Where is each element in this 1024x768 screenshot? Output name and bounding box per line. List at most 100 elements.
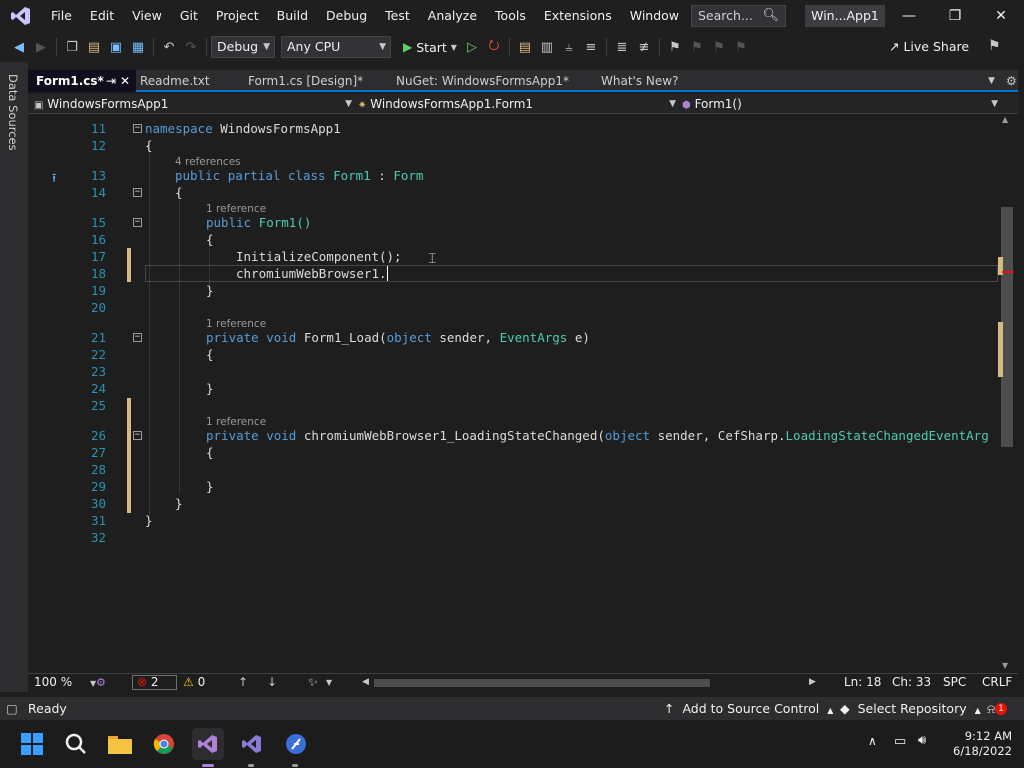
close-button[interactable]: ✕ bbox=[978, 0, 1024, 32]
pin-icon[interactable]: ⇥ bbox=[106, 70, 116, 92]
line-number: 25 bbox=[90, 398, 106, 413]
align-icon[interactable]: ≡ bbox=[580, 36, 602, 58]
next-bookmark-icon[interactable]: ⚑ bbox=[708, 36, 730, 58]
forward-icon[interactable]: ▶ bbox=[30, 36, 52, 58]
tab-readme[interactable]: Readme.txt bbox=[132, 70, 240, 92]
feedback-icon[interactable]: ⚑ bbox=[988, 38, 1001, 54]
output-icon[interactable]: ▢ bbox=[6, 697, 18, 720]
member-dropdown[interactable]: ⬢ Form1() ▼ bbox=[682, 94, 998, 114]
zoom-select[interactable]: 100 % ▼ bbox=[34, 674, 96, 692]
new-project-icon[interactable]: ❐ bbox=[61, 36, 83, 58]
class-dropdown[interactable]: ✷ WindowsFormsApp1.Form1 ▼ bbox=[358, 94, 676, 114]
indent-icon[interactable]: ≢ bbox=[633, 36, 655, 58]
network-icon[interactable]: ▭ bbox=[894, 734, 906, 749]
notifications-button[interactable]: ⍾ 1 bbox=[987, 697, 1007, 720]
menu-view[interactable]: View bbox=[123, 0, 171, 32]
warning-count[interactable]: ⚠ 0 bbox=[183, 674, 205, 691]
line-ending-indicator[interactable]: CRLF bbox=[982, 674, 1012, 691]
cleanup-icon[interactable]: ✨︎ bbox=[308, 674, 318, 691]
search-icon[interactable] bbox=[60, 728, 92, 760]
scroll-down-icon[interactable]: ▼ bbox=[1002, 661, 1008, 670]
previous-issue-icon[interactable]: ↑ bbox=[238, 674, 248, 691]
undo-icon[interactable]: ↶ bbox=[158, 36, 180, 58]
browse-icon[interactable]: ▤ bbox=[514, 36, 536, 58]
tab-overflow-icon[interactable]: ▼ bbox=[988, 70, 995, 92]
menu-window[interactable]: Window bbox=[621, 0, 688, 32]
scroll-up-icon[interactable]: ▲ bbox=[1002, 115, 1008, 124]
start-debug-button[interactable]: ▶ Start ▼ bbox=[399, 40, 461, 55]
search-input[interactable]: Search... 🔍︎ bbox=[691, 5, 786, 27]
save-icon[interactable]: ▣ bbox=[105, 36, 127, 58]
menu-tools[interactable]: Tools bbox=[486, 0, 535, 32]
menu-build[interactable]: Build bbox=[268, 0, 317, 32]
copilot-icon[interactable]: ⚙ bbox=[96, 674, 106, 691]
file-explorer-icon[interactable] bbox=[104, 728, 136, 760]
menu-file[interactable]: File bbox=[42, 0, 81, 32]
menu-git[interactable]: Git bbox=[171, 0, 207, 32]
maximize-button[interactable]: ❐ bbox=[932, 0, 978, 32]
solution-title[interactable]: Win...App1 bbox=[805, 5, 885, 27]
code-editor[interactable]: − − − − − ⭱ 11 namespace WindowsFormsApp… bbox=[28, 115, 998, 673]
change-marker bbox=[998, 322, 1003, 377]
settings-icon[interactable]: ⚙ bbox=[1006, 70, 1017, 92]
tab-form1-design[interactable]: Form1.cs [Design]* bbox=[240, 70, 390, 92]
save-all-icon[interactable]: ▦ bbox=[127, 36, 149, 58]
whitespace-indicator[interactable]: SPC bbox=[943, 674, 966, 691]
layout-icon[interactable]: ▥ bbox=[536, 36, 558, 58]
vertical-scrollbar[interactable]: ▲ ▼ bbox=[998, 115, 1016, 673]
tab-whats-new[interactable]: What's New? bbox=[593, 70, 713, 92]
next-issue-icon[interactable]: ↓ bbox=[267, 674, 277, 691]
tab-nuget[interactable]: NuGet: WindowsFormsApp1* bbox=[388, 70, 593, 92]
error-count[interactable]: ⊗ 2 bbox=[132, 675, 177, 690]
tab-form1-cs[interactable]: Form1.cs* ⇥ ✕ bbox=[28, 70, 136, 92]
redo-icon[interactable]: ↷ bbox=[180, 36, 202, 58]
up-arrow-icon: ↑ bbox=[664, 701, 675, 716]
close-tab-icon[interactable]: ✕ bbox=[120, 70, 130, 92]
menu-extensions[interactable]: Extensions bbox=[535, 0, 621, 32]
horizontal-scrollbar-thumb[interactable] bbox=[374, 679, 710, 687]
chrome-icon[interactable] bbox=[148, 728, 180, 760]
minimize-button[interactable]: — bbox=[886, 0, 932, 32]
prev-bookmark-icon[interactable]: ⚑ bbox=[686, 36, 708, 58]
show-hidden-icons-icon[interactable]: ∧ bbox=[868, 734, 877, 748]
project-dropdown[interactable]: ▣ WindowsFormsApp1 ▼ bbox=[34, 94, 352, 114]
open-folder-icon[interactable]: ▤ bbox=[83, 36, 105, 58]
step-icon[interactable]: ⫨ bbox=[558, 36, 580, 58]
menu-edit[interactable]: Edit bbox=[81, 0, 123, 32]
select-repository-button[interactable]: ◆ Select Repository ▲ bbox=[840, 697, 981, 722]
start-without-debugging-icon[interactable]: ▷ bbox=[461, 36, 483, 58]
line-number: 22 bbox=[90, 347, 106, 362]
menu-test[interactable]: Test bbox=[376, 0, 419, 32]
volume-icon[interactable]: 🔊︎ bbox=[918, 733, 926, 748]
menu-analyze[interactable]: Analyze bbox=[419, 0, 486, 32]
clear-bookmarks-icon[interactable]: ⚑ bbox=[730, 36, 752, 58]
start-label: Start bbox=[416, 39, 447, 55]
visual-studio-installer-icon[interactable] bbox=[236, 728, 268, 760]
windows-start-icon[interactable] bbox=[16, 728, 48, 760]
chevron-down-icon: ▼ bbox=[991, 99, 998, 109]
scroll-right-icon[interactable]: ▶ bbox=[809, 674, 816, 691]
visual-studio-icon[interactable] bbox=[192, 728, 224, 760]
play-icon: ▶ bbox=[403, 40, 413, 54]
bookmark-icon[interactable]: ⚑ bbox=[664, 36, 686, 58]
live-share-button[interactable]: ↗ Live Share bbox=[889, 36, 969, 58]
system-clock[interactable]: 9:12 AM 6/18/2022 bbox=[948, 729, 1012, 759]
menu-project[interactable]: Project bbox=[207, 0, 268, 32]
method-icon: ⬢ bbox=[682, 100, 691, 111]
code-line-current[interactable]: chromiumWebBrowser1. bbox=[236, 265, 388, 282]
menu-debug[interactable]: Debug bbox=[317, 0, 376, 32]
add-to-source-control-button[interactable]: ↑ Add to Source Control ▲ bbox=[664, 697, 833, 722]
column-indicator[interactable]: Ch: 33 bbox=[892, 674, 931, 691]
scroll-left-icon[interactable]: ◀ bbox=[362, 674, 369, 691]
app-icon[interactable] bbox=[280, 728, 312, 760]
visual-studio-logo-icon[interactable] bbox=[0, 0, 42, 32]
platform-select[interactable]: Any CPU ▼ bbox=[281, 36, 391, 58]
code-line: { bbox=[175, 185, 183, 200]
data-sources-tab[interactable]: Data Sources bbox=[6, 74, 20, 151]
chevron-down-icon[interactable]: ▼ bbox=[326, 674, 332, 691]
back-icon[interactable]: ◀ bbox=[8, 36, 30, 58]
configuration-select[interactable]: Debug ▼ bbox=[211, 36, 275, 58]
line-indicator[interactable]: Ln: 18 bbox=[844, 674, 881, 691]
outdent-icon[interactable]: ≣ bbox=[611, 36, 633, 58]
hot-reload-icon[interactable]: ⭮ bbox=[483, 36, 505, 58]
